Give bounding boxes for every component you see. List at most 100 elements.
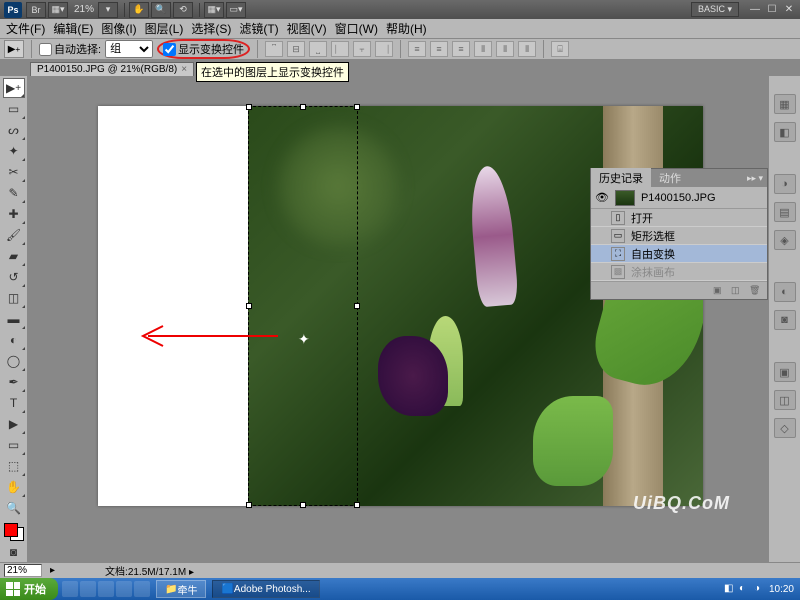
quick-launch-item[interactable]	[98, 581, 114, 597]
screen-mode2-button[interactable]: ▭▾	[226, 2, 246, 18]
menu-help[interactable]: 帮助(H)	[382, 18, 431, 39]
zoom-input[interactable]: 21%	[4, 564, 42, 577]
dock-color-icon[interactable]: ◑	[774, 174, 796, 194]
system-tray[interactable]: ◧ ◐ ◑ 10:20	[718, 583, 800, 595]
auto-select-target[interactable]: 组	[105, 40, 153, 58]
tray-icon[interactable]: ◐	[739, 583, 751, 595]
quick-mask-toggle[interactable]: ◙	[3, 542, 25, 562]
history-panel[interactable]: 历史记录 动作 ▸▸ ▾ 👁 P1400150.JPG ▯打开 ▭矩形选框 ⛶自…	[590, 168, 768, 300]
panel-menu-icon[interactable]: ▸▸ ▾	[747, 173, 763, 184]
rotate-view-icon[interactable]: ⟲	[173, 2, 193, 18]
history-item[interactable]: ▩涂抹画布	[591, 263, 767, 281]
path-selection-tool[interactable]: ▶	[3, 414, 25, 434]
menu-file[interactable]: 文件(F)	[2, 18, 49, 39]
hand-tool[interactable]: ✋	[3, 477, 25, 497]
history-brush-tool[interactable]: ↺	[3, 267, 25, 287]
zoom-tool-icon[interactable]: 🔍	[151, 2, 171, 18]
document-info[interactable]: 文档:21.5M/17.1M ▸	[105, 563, 194, 578]
align-left-icon[interactable]: ⎸	[331, 41, 349, 57]
type-tool[interactable]: T	[3, 393, 25, 413]
history-snapshot[interactable]: 👁 P1400150.JPG	[591, 187, 767, 209]
eyedropper-tool[interactable]: ✎	[3, 183, 25, 203]
start-button[interactable]: 开始	[0, 578, 58, 600]
tab-actions[interactable]: 动作	[651, 168, 689, 188]
marquee-tool[interactable]: ▭	[3, 99, 25, 119]
align-top-icon[interactable]: ⎴	[265, 41, 283, 57]
dock-navigator-icon[interactable]: ▦	[774, 94, 796, 114]
healing-brush-tool[interactable]: ✚	[3, 204, 25, 224]
menu-select[interactable]: 选择(S)	[187, 18, 235, 39]
distribute-vcenter-icon[interactable]: ≡	[430, 41, 448, 57]
eraser-tool[interactable]: ◫	[3, 288, 25, 308]
chevron-right-icon[interactable]: ▸	[50, 565, 55, 576]
taskbar-item[interactable]: 📁 牵牛	[156, 580, 206, 598]
crop-tool[interactable]: ✂	[3, 162, 25, 182]
align-bottom-icon[interactable]: ⎵	[309, 41, 327, 57]
dock-swatches-icon[interactable]: ▤	[774, 202, 796, 222]
align-hcenter-icon[interactable]: ⫟	[353, 41, 371, 57]
menu-window[interactable]: 窗口(W)	[331, 18, 382, 39]
minimize-icon[interactable]: —	[748, 4, 762, 16]
delete-state-icon[interactable]: 🗑	[749, 285, 763, 297]
arrange-docs-button[interactable]: ▦▾	[204, 2, 224, 18]
menu-view[interactable]: 视图(V)	[283, 18, 331, 39]
menu-edit[interactable]: 编辑(E)	[49, 18, 97, 39]
distribute-hcenter-icon[interactable]: ⦀	[496, 41, 514, 57]
3d-tool[interactable]: ⬚	[3, 456, 25, 476]
close-icon[interactable]: ✕	[782, 4, 796, 16]
maximize-icon[interactable]: ☐	[765, 4, 779, 16]
tray-icon[interactable]: ◧	[724, 583, 736, 595]
tab-close-icon[interactable]: ×	[181, 64, 187, 75]
quick-launch-item[interactable]	[80, 581, 96, 597]
auto-select-checkbox[interactable]: 自动选择:	[39, 41, 101, 57]
clock[interactable]: 10:20	[769, 584, 794, 595]
align-vcenter-icon[interactable]: ⊟	[287, 41, 305, 57]
history-item[interactable]: ▯打开	[591, 209, 767, 227]
auto-align-icon[interactable]: ⌸	[551, 41, 569, 57]
distribute-bottom-icon[interactable]: ≡	[452, 41, 470, 57]
new-document-icon[interactable]: ◫	[731, 285, 745, 297]
distribute-top-icon[interactable]: ≡	[408, 41, 426, 57]
tray-icon[interactable]: ◑	[754, 583, 766, 595]
zoom-display[interactable]: 21%	[74, 4, 94, 15]
hand-tool-icon[interactable]: ✋	[129, 2, 149, 18]
pen-tool[interactable]: ✒	[3, 372, 25, 392]
history-item[interactable]: ⛶自由变换	[591, 245, 767, 263]
dock-paths-icon[interactable]: ◇	[774, 418, 796, 438]
brush-tool[interactable]: 🖌	[3, 225, 25, 245]
distribute-left-icon[interactable]: ⦀	[474, 41, 492, 57]
new-snapshot-icon[interactable]: ▣	[713, 285, 727, 297]
blur-tool[interactable]: ◐	[3, 330, 25, 350]
dock-info-icon[interactable]: ◧	[774, 122, 796, 142]
color-swatches[interactable]	[4, 523, 24, 541]
transform-selection[interactable]	[248, 106, 358, 506]
canvas[interactable]: ✦	[98, 106, 703, 506]
menu-layer[interactable]: 图层(L)	[141, 18, 188, 39]
transform-center-icon[interactable]: ✦	[298, 331, 310, 348]
dock-channels-icon[interactable]: ◫	[774, 390, 796, 410]
foreground-color-swatch[interactable]	[4, 523, 18, 537]
active-tool-indicator[interactable]: ▶+	[4, 40, 24, 58]
move-tool[interactable]: ▶+	[3, 78, 25, 98]
dock-styles-icon[interactable]: ◈	[774, 230, 796, 250]
canvas-area[interactable]: ✦ UiBQ.CoM	[28, 76, 768, 562]
history-item[interactable]: ▭矩形选框	[591, 227, 767, 245]
magic-wand-tool[interactable]: ✦	[3, 141, 25, 161]
shape-tool[interactable]: ▭	[3, 435, 25, 455]
clone-stamp-tool[interactable]: ▰	[3, 246, 25, 266]
show-transform-controls-checkbox[interactable]: 显示变换控件	[157, 39, 250, 59]
zoom-dropdown[interactable]: ▾	[98, 2, 118, 18]
menu-filter[interactable]: 滤镜(T)	[235, 18, 282, 39]
visibility-icon[interactable]: 👁	[595, 191, 609, 204]
menu-image[interactable]: 图像(I)	[97, 18, 140, 39]
align-right-icon[interactable]: ⎹	[375, 41, 393, 57]
quick-launch-item[interactable]	[116, 581, 132, 597]
dock-layers-icon[interactable]: ▣	[774, 362, 796, 382]
tab-history[interactable]: 历史记录	[591, 168, 651, 188]
zoom-tool[interactable]: 🔍	[3, 498, 25, 518]
quick-launch-item[interactable]	[134, 581, 150, 597]
distribute-right-icon[interactable]: ⦀	[518, 41, 536, 57]
gradient-tool[interactable]: ▬	[3, 309, 25, 329]
bridge-button[interactable]: Br	[26, 2, 46, 18]
quick-launch-item[interactable]	[62, 581, 78, 597]
